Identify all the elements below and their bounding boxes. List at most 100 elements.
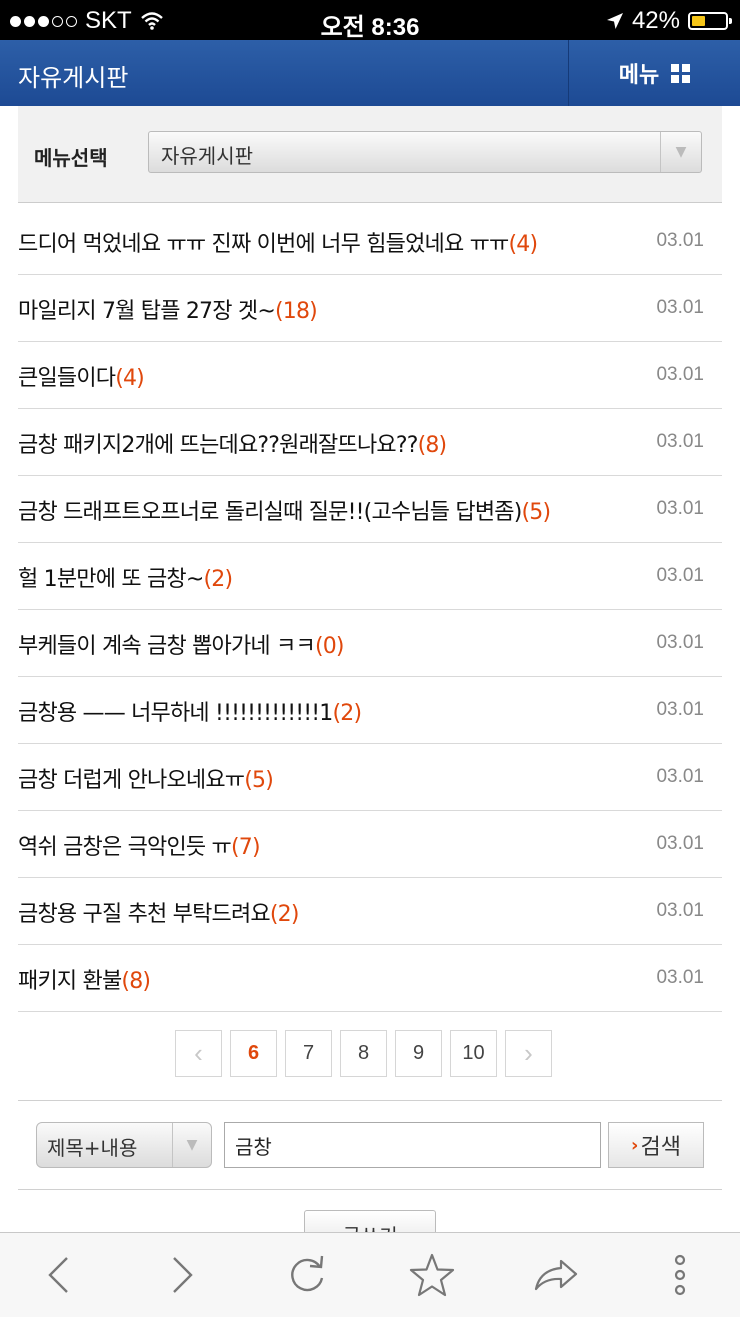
post-row[interactable]: 부케들이 계속 금창 뽑아가네 ㅋㅋ(0) 03.01	[18, 610, 722, 677]
divider	[18, 1100, 722, 1101]
post-comment-count: (0)	[314, 634, 345, 659]
post-row[interactable]: 금창용 구질 추천 부탁드려요(2) 03.01	[18, 878, 722, 945]
post-date: 03.01	[656, 632, 704, 653]
search-scope-select[interactable]: 제목+내용 ▼	[36, 1122, 212, 1168]
status-bar: SKT 오전 8:36 42%	[0, 0, 740, 41]
post-date: 03.01	[656, 833, 704, 854]
browser-toolbar	[0, 1232, 740, 1317]
forward-icon[interactable]	[158, 1253, 206, 1297]
post-row[interactable]: 금창 패키지2개에 뜨는데요??원래잘뜨나요??(8) 03.01	[18, 409, 722, 476]
post-title-text: 금창 드래프트오프너로 돌리실때 질문!!(고수님들 답변좀)	[18, 500, 522, 525]
battery-icon	[688, 12, 732, 30]
post-row[interactable]: 헐 1분만에 또 금창~(2) 03.01	[18, 543, 722, 610]
search-bar: 제목+내용 ▼ › 검색	[36, 1122, 706, 1170]
post-date: 03.01	[656, 900, 704, 921]
post-date: 03.01	[656, 699, 704, 720]
location-arrow-icon	[606, 13, 623, 29]
post-title-text: 금창 패키지2개에 뜨는데요??원래잘뜨나요??	[18, 433, 418, 458]
post-comment-count: (2)	[269, 902, 300, 927]
post-title-text: 금창 더럽게 안나오네요ㅠ	[18, 768, 245, 793]
post-row[interactable]: 역쉬 금창은 극악인듯 ㅠ(7) 03.01	[18, 811, 722, 878]
menu-button[interactable]: 메뉴	[568, 40, 740, 106]
post-row[interactable]: 금창 드래프트오프너로 돌리실때 질문!!(고수님들 답변좀)(5) 03.01	[18, 476, 722, 543]
post-date: 03.01	[656, 498, 704, 519]
divider	[18, 1189, 722, 1190]
post-title[interactable]: 마일리지 7월 탑플 27장 겟~(18)	[18, 293, 318, 325]
chevron-down-icon: ▼	[660, 132, 701, 172]
post-row[interactable]: 큰일들이다(4) 03.01	[18, 342, 722, 409]
post-title[interactable]: 금창 드래프트오프너로 돌리실때 질문!!(고수님들 답변좀)(5)	[18, 494, 552, 526]
post-title-text: 역쉬 금창은 극악인듯 ㅠ	[18, 835, 232, 860]
more-options-icon[interactable]	[656, 1253, 704, 1297]
post-title-text: 패키지 환불	[18, 969, 122, 994]
post-title-text: 큰일들이다	[18, 366, 116, 391]
page-title: 자유게시판	[18, 64, 129, 92]
post-title-text: 마일리지 7월 탑플 27장 겟~	[18, 299, 276, 324]
post-row[interactable]: 패키지 환불(8) 03.01	[18, 945, 722, 1012]
post-title[interactable]: 큰일들이다(4)	[18, 360, 145, 392]
page-number-button[interactable]: 7	[285, 1030, 332, 1077]
post-date: 03.01	[656, 230, 704, 251]
reload-icon[interactable]	[283, 1253, 331, 1297]
post-comment-count: (2)	[332, 701, 363, 726]
page-number-button[interactable]: 6	[230, 1030, 277, 1077]
post-comment-count: (5)	[244, 768, 274, 793]
battery-percent: 42%	[631, 7, 680, 34]
post-comment-count: (8)	[121, 969, 151, 994]
post-title-text: 금창용 —— 너무하네 !!!!!!!!!!!!!1	[18, 701, 333, 726]
post-row[interactable]: 금창용 —— 너무하네 !!!!!!!!!!!!!1(2) 03.01	[18, 677, 722, 744]
next-page-icon[interactable]: ›	[505, 1030, 552, 1077]
page-number-button[interactable]: 10	[450, 1030, 497, 1077]
bookmark-star-icon[interactable]	[408, 1253, 456, 1297]
search-input[interactable]	[224, 1122, 601, 1168]
search-scope-value: 제목+내용	[47, 1136, 138, 1160]
post-date: 03.01	[656, 967, 704, 988]
page-number-button[interactable]: 9	[395, 1030, 442, 1077]
prev-page-icon[interactable]: ‹	[175, 1030, 222, 1077]
menu-select-label: 메뉴선택	[34, 146, 108, 170]
post-comment-count: (7)	[230, 835, 261, 860]
post-title[interactable]: 부케들이 계속 금창 뽑아가네 ㅋㅋ(0)	[18, 628, 344, 660]
post-date: 03.01	[656, 297, 704, 318]
menu-select-value: 자유게시판	[161, 144, 253, 168]
post-date: 03.01	[656, 565, 704, 586]
page-number-button[interactable]: 8	[340, 1030, 387, 1077]
menu-select-dropdown[interactable]: 자유게시판 ▼	[148, 131, 702, 173]
post-row[interactable]: 금창 더럽게 안나오네요ㅠ(5) 03.01	[18, 744, 722, 811]
post-comment-count: (4)	[115, 366, 145, 391]
search-button-label: 검색	[640, 1135, 681, 1160]
post-title[interactable]: 헐 1분만에 또 금창~(2)	[18, 561, 234, 593]
post-title-text: 드디어 먹었네요 ㅠㅠ 진짜 이번에 너무 힘들었네요 ㅠㅠ	[18, 232, 509, 257]
post-comment-count: (2)	[203, 567, 234, 592]
post-title[interactable]: 금창용 —— 너무하네 !!!!!!!!!!!!!1(2)	[18, 695, 363, 727]
post-title[interactable]: 패키지 환불(8)	[18, 963, 151, 995]
post-date: 03.01	[656, 766, 704, 787]
pagination: ‹ 6 7 8 9 10 ›	[175, 1030, 552, 1077]
post-comment-count: (8)	[417, 433, 448, 458]
search-button[interactable]: › 검색	[608, 1122, 704, 1168]
post-title[interactable]: 금창 패키지2개에 뜨는데요??원래잘뜨나요??(8)	[18, 427, 448, 459]
post-title[interactable]: 금창 더럽게 안나오네요ㅠ(5)	[18, 762, 274, 794]
post-comment-count: (4)	[508, 232, 538, 257]
back-icon[interactable]	[35, 1253, 83, 1297]
app-header: 자유게시판 메뉴	[0, 40, 740, 106]
post-title-text: 헐 1분만에 또 금창~	[18, 567, 204, 592]
post-title-text: 금창용 구질 추천 부탁드려요	[18, 902, 271, 927]
post-row[interactable]: 마일리지 7월 탑플 27장 겟~(18) 03.01	[18, 275, 722, 342]
post-row[interactable]: 드디어 먹었네요 ㅠㅠ 진짜 이번에 너무 힘들었네요 ㅠㅠ(4) 03.01	[18, 208, 722, 275]
status-right: 42%	[606, 7, 732, 35]
menu-select-bar: 메뉴선택 자유게시판 ▼	[18, 106, 722, 203]
chevron-down-icon: ▼	[172, 1123, 211, 1167]
post-date: 03.01	[656, 364, 704, 385]
post-comment-count: (18)	[274, 299, 318, 324]
post-title[interactable]: 역쉬 금창은 극악인듯 ㅠ(7)	[18, 829, 261, 861]
post-title[interactable]: 금창용 구질 추천 부탁드려요(2)	[18, 896, 299, 928]
post-date: 03.01	[656, 431, 704, 452]
post-title[interactable]: 드디어 먹었네요 ㅠㅠ 진짜 이번에 너무 힘들었네요 ㅠㅠ(4)	[18, 226, 538, 258]
post-list: 드디어 먹었네요 ㅠㅠ 진짜 이번에 너무 힘들었네요 ㅠㅠ(4) 03.01 마일…	[18, 208, 722, 1012]
share-icon[interactable]	[532, 1253, 580, 1297]
chevron-right-icon: ›	[631, 1134, 639, 1156]
grid-icon	[671, 63, 691, 83]
post-comment-count: (5)	[521, 500, 552, 525]
menu-button-label: 메뉴	[618, 63, 660, 88]
